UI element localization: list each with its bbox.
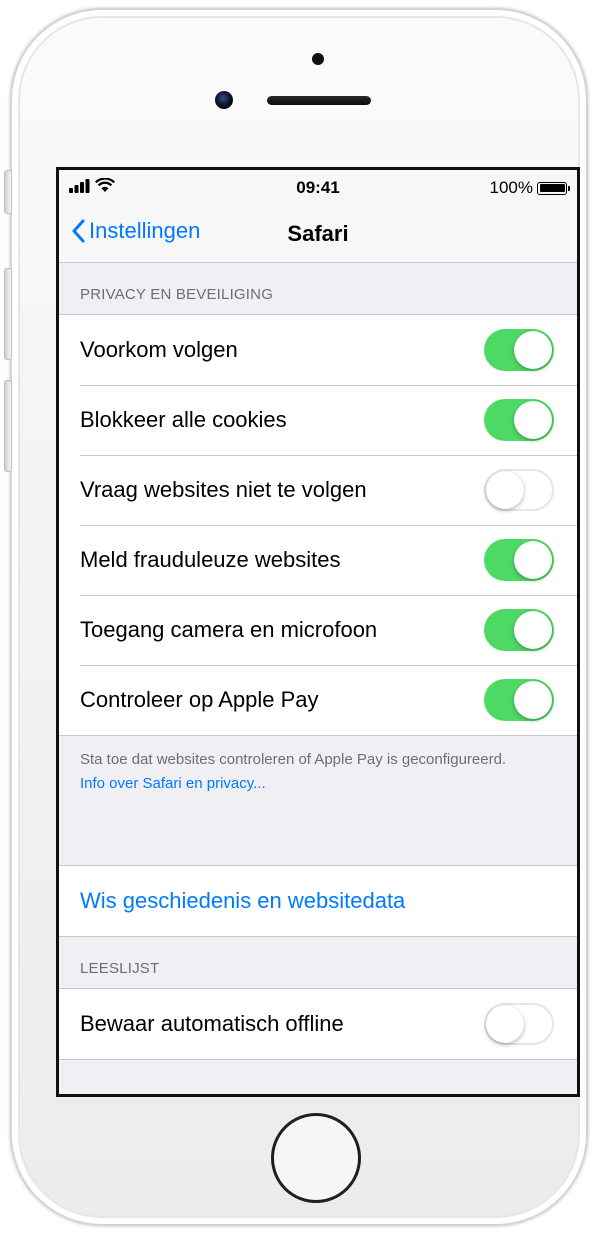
toggle-knob [486,1005,524,1043]
toggle-block-all-cookies[interactable] [484,399,554,441]
clear-history-group: Wis geschiedenis en websitedata [59,866,577,937]
battery-level-fill [539,184,565,192]
setting-row-automatically-save-offline: Bewaar automatisch offline [59,989,577,1059]
battery-tip [568,185,570,191]
toggle-knob [514,331,552,369]
toggle-prevent-tracking[interactable] [484,329,554,371]
front-camera [215,91,233,109]
screen: 09:41 100% Instellingen Safari PRIVACY E… [56,167,580,1097]
navigation-bar: Instellingen Safari [59,206,577,263]
toggle-fraudulent-website-warning[interactable] [484,539,554,581]
setting-row-fraudulent-website-warning: Meld frauduleuze websites [59,525,577,595]
privacy-section-footer: Sta toe dat websites controleren of Appl… [59,736,577,866]
setting-row-check-apple-pay: Controleer op Apple Pay [59,665,577,735]
setting-label: Bewaar automatisch offline [80,1011,344,1036]
setting-row-block-all-cookies: Blokkeer alle cookies [59,385,577,455]
mute-switch[interactable] [4,170,12,214]
toggle-automatically-save-offline[interactable] [484,1003,554,1045]
clear-history-button[interactable]: Wis geschiedenis en websitedata [59,866,577,936]
section-header-reading-list: LEESLIJST [59,937,577,989]
toggle-camera-microphone-access[interactable] [484,609,554,651]
battery-percent: 100% [489,178,533,197]
toggle-knob [514,541,552,579]
reading-list-settings-group: Bewaar automatisch offline [59,989,577,1060]
setting-label: Meld frauduleuze websites [80,547,341,572]
setting-label: Vraag websites niet te volgen [80,477,367,502]
toggle-do-not-track[interactable] [484,469,554,511]
volume-down-button[interactable] [4,380,12,472]
privacy-settings-group: Voorkom volgen Blokkeer alle cookies Vra… [59,315,577,736]
iphone-frame: 09:41 100% Instellingen Safari PRIVACY E… [10,8,588,1226]
status-bar: 09:41 100% [59,170,577,206]
setting-label: Toegang camera en microfoon [80,617,378,642]
earpiece-speaker [267,96,371,105]
battery-icon [537,181,570,195]
proximity-sensor [312,53,324,65]
setting-label: Blokkeer alle cookies [80,407,287,432]
status-right: 100% [489,178,570,198]
setting-row-camera-microphone-access: Toegang camera en microfoon [59,595,577,665]
page-title: Safari [287,221,349,246]
setting-label: Voorkom volgen [80,337,238,362]
toggle-check-apple-pay[interactable] [484,679,554,721]
volume-up-button[interactable] [4,268,12,360]
about-safari-privacy-link[interactable]: Info over Safari en privacy... [80,772,556,796]
toggle-knob [514,401,552,439]
setting-row-prevent-tracking: Voorkom volgen [59,315,577,385]
setting-row-do-not-track: Vraag websites niet te volgen [59,455,577,525]
section-header-privacy: PRIVACY EN BEVEILIGING [59,263,577,315]
toggle-knob [514,611,552,649]
setting-label: Controleer op Apple Pay [80,687,319,712]
toggle-knob [514,681,552,719]
toggle-knob [486,471,524,509]
footer-description: Sta toe dat websites controleren of Appl… [80,751,507,768]
home-button[interactable] [271,1113,361,1203]
